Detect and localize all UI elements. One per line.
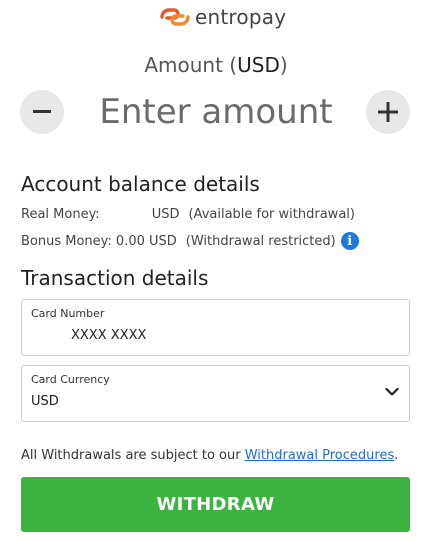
transaction-details-title: Transaction details [21,266,209,290]
real-money-row: Real Money: USD (Available for withdrawa… [21,207,355,222]
bonus-money-label: Bonus Money: 0.00 USD [21,233,177,249]
amount-input[interactable] [75,86,357,138]
card-currency-value: USD [31,394,59,409]
amount-currency: USD [237,53,280,77]
card-number-value: XXXX XXXX [71,328,147,343]
card-number-label: Card Number [31,307,105,320]
minus-icon [33,110,51,113]
entropay-logo: entropay [158,4,286,30]
entropay-logo-mark-icon [160,8,190,26]
bonus-money-row: Bonus Money: 0.00 USD (Withdrawal restri… [21,232,359,250]
real-money-label: Real Money: [21,207,100,222]
amount-label: Amount (USD) [0,53,432,77]
withdrawal-note: All Withdrawals are subject to our Withd… [21,448,398,463]
account-balance-title: Account balance details [21,172,260,196]
card-currency-select[interactable]: Card Currency USD [21,365,410,422]
real-money-currency: USD [151,207,180,222]
plus-icon [378,102,398,122]
bonus-money-note: (Withdrawal restricted) [185,233,336,249]
card-number-field[interactable]: Card Number XXXX XXXX [21,299,410,356]
amount-label-text: Amount ( [144,53,238,77]
brand-name: entropay [195,5,287,29]
withdrawal-note-text: All Withdrawals are subject to our [21,448,245,463]
amount-label-close: ) [279,53,288,77]
withdraw-button[interactable]: WITHDRAW [21,477,410,532]
chevron-down-icon [385,387,399,396]
card-currency-label: Card Currency [31,373,110,386]
info-icon[interactable]: i [340,232,359,250]
increment-amount-button[interactable] [366,90,410,134]
real-money-note: (Available for withdrawal) [188,207,355,222]
withdrawal-note-end: . [394,448,399,463]
decrement-amount-button[interactable] [20,90,64,134]
withdrawal-procedures-link[interactable]: Withdrawal Procedures [245,448,395,463]
